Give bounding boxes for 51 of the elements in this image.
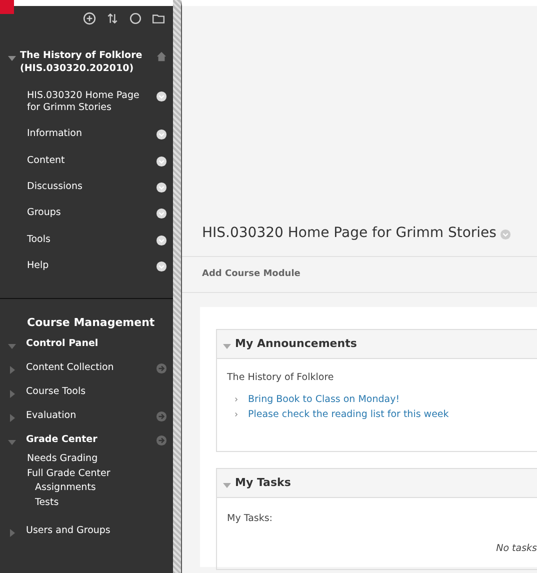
menu-link[interactable]: Control Panel [16,336,167,351]
chevron-icon[interactable] [156,129,167,140]
add-icon[interactable] [83,12,96,25]
menu-link[interactable]: Course Tools [16,384,167,399]
chevron-icon[interactable] [156,234,167,246]
menu-link[interactable]: Help [27,260,49,272]
menu-link[interactable]: Users and Groups [16,524,167,538]
menu-link[interactable]: Grade Center [16,432,156,447]
home-icon[interactable] [156,51,167,62]
empty-message: No tasks [495,542,537,556]
expand-toggle[interactable] [8,438,16,446]
expand-toggle[interactable] [8,54,16,62]
module-title: My Announcements [235,336,357,352]
menu-link[interactable]: Content Collection [16,360,156,375]
expand-toggle[interactable] [8,366,16,374]
chevron-icon[interactable] [156,156,167,167]
menu-link[interactable]: Assignments [27,481,173,496]
announcement-link[interactable]: Please check the reading list for this week [248,408,449,422]
expand-toggle[interactable] [8,390,16,398]
course-title[interactable]: The History of Folklore (HIS.030320.202010) [20,50,152,76]
module-title: My Tasks [235,474,291,491]
menu-link[interactable]: Tests [27,496,173,511]
add-module-button[interactable]: Add Course Module [182,257,537,293]
chevron-icon[interactable] [156,90,167,102]
menu-link[interactable]: Full Grade Center [27,466,173,482]
course-name: The History of Folklore [227,371,335,385]
collapse-toggle[interactable] [223,342,231,350]
section-heading: Course Management [26,315,156,332]
menu-link[interactable]: Evaluation [16,408,156,423]
menu-link[interactable]: HIS.030320 Home Page for Grimm Stories [27,90,155,114]
menu-link[interactable]: Tools [27,234,50,246]
collapse-toggle[interactable] [223,481,231,489]
menu-link[interactable]: Needs Grading [27,452,173,467]
chevron-icon[interactable] [156,208,167,220]
sort-icon[interactable] [106,12,119,25]
page-title: HIS.030320 Home Page for Grimm Stories [202,224,496,243]
expand-toggle[interactable] [8,342,16,350]
arrow-icon[interactable] [156,362,167,374]
menu-link[interactable]: Discussions [27,181,82,194]
chevron-icon[interactable] [156,261,167,272]
announcement-link[interactable]: Bring Book to Class on Monday! [248,393,400,408]
arrow-icon[interactable] [156,410,167,422]
expand-toggle[interactable] [8,528,16,537]
folder-icon[interactable] [152,12,165,25]
chevron-icon[interactable] [156,182,167,193]
menu-link[interactable]: Content [27,154,65,167]
tasks-label: My Tasks: [227,512,274,526]
arrow-icon[interactable] [156,434,167,446]
expand-toggle[interactable] [8,414,16,422]
menu-link[interactable]: Groups [27,207,61,220]
menu-link[interactable]: Information [27,128,82,141]
